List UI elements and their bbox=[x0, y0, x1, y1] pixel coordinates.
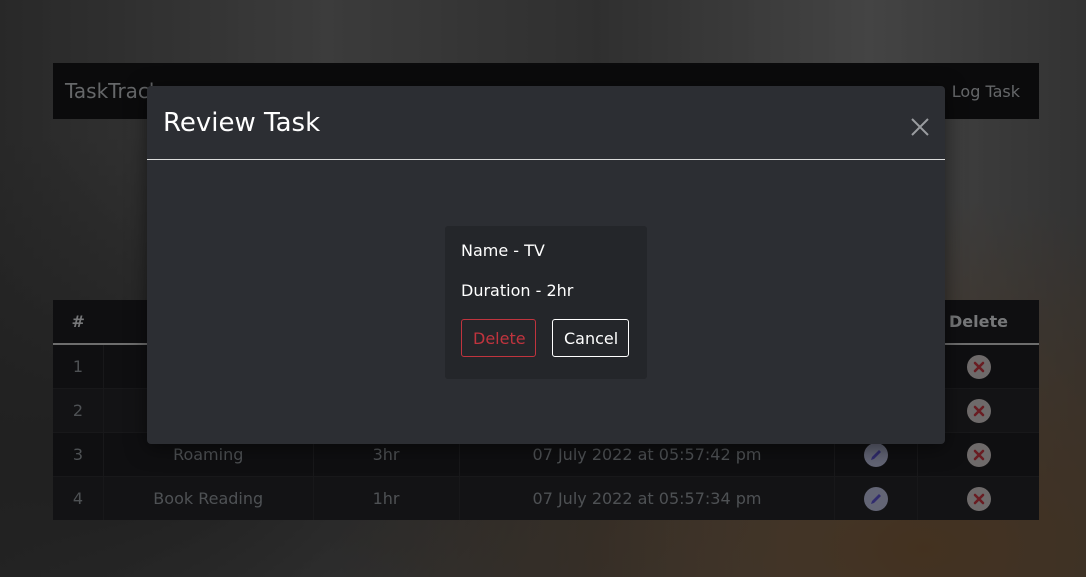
task-duration-text: Duration - 2hr bbox=[461, 281, 574, 300]
review-task-modal: Review Task Name - TV Duration - 2hr Del… bbox=[147, 86, 945, 444]
card-actions: Delete Cancel bbox=[461, 319, 631, 357]
modal-title: Review Task bbox=[163, 107, 321, 138]
cancel-button[interactable]: Cancel bbox=[552, 319, 629, 357]
task-name-text: Name - TV bbox=[461, 241, 545, 260]
close-icon[interactable] bbox=[910, 117, 930, 137]
delete-button[interactable]: Delete bbox=[461, 319, 536, 357]
task-review-card: Name - TV Duration - 2hr Delete Cancel bbox=[445, 226, 647, 379]
modal-header: Review Task bbox=[147, 86, 945, 160]
